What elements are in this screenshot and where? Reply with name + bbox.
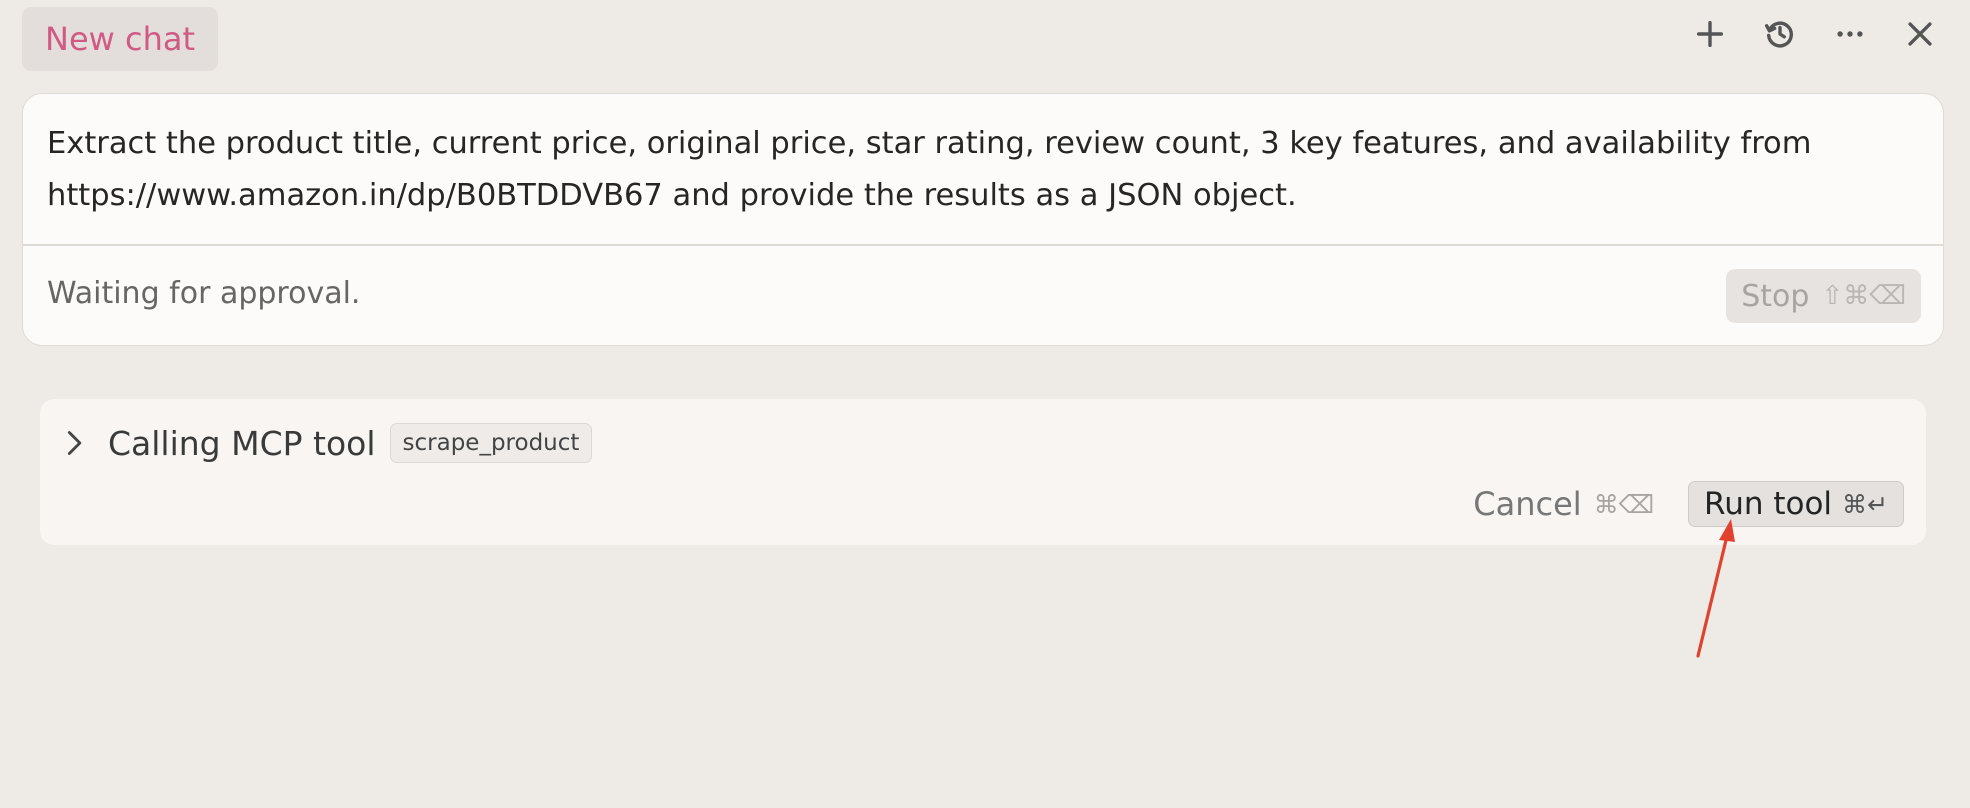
stop-shortcut: ⇧⌘⌫ — [1821, 281, 1906, 311]
run-tool-shortcut: ⌘↵ — [1842, 489, 1888, 519]
cancel-shortcut: ⌘⌫ — [1593, 489, 1655, 519]
stop-button[interactable]: Stop ⇧⌘⌫ — [1726, 269, 1921, 323]
cancel-button[interactable]: Cancel ⌘⌫ — [1473, 485, 1654, 523]
close-button[interactable] — [1900, 14, 1940, 54]
more-options-button[interactable] — [1830, 14, 1870, 54]
stop-button-label: Stop — [1741, 278, 1810, 314]
chat-header: New chat — [0, 0, 1970, 78]
header-actions — [1690, 14, 1940, 54]
tool-call-card: Calling MCP tool scrape_product Cancel ⌘… — [40, 399, 1926, 545]
tool-call-title: Calling MCP tool — [108, 423, 376, 463]
status-text: Waiting for approval. — [47, 276, 361, 311]
annotation-arrow — [1696, 519, 1735, 658]
run-tool-label: Run tool — [1704, 486, 1833, 522]
more-icon — [1837, 31, 1863, 37]
cancel-button-label: Cancel — [1473, 485, 1582, 523]
history-button[interactable] — [1760, 14, 1800, 54]
tool-name-badge: scrape_product — [389, 423, 593, 463]
chevron-right-icon[interactable] — [60, 429, 88, 457]
prompt-card: Extract the product title, current price… — [22, 93, 1944, 346]
tab-new-chat[interactable]: New chat — [22, 7, 218, 71]
plus-icon — [1696, 20, 1724, 48]
divider — [23, 244, 1943, 246]
close-icon — [1908, 22, 1932, 46]
history-icon — [1764, 21, 1793, 48]
new-chat-button[interactable] — [1690, 14, 1730, 54]
prompt-message: Extract the product title, current price… — [47, 126, 1812, 213]
tool-call-header[interactable]: Calling MCP tool scrape_product — [60, 419, 593, 467]
